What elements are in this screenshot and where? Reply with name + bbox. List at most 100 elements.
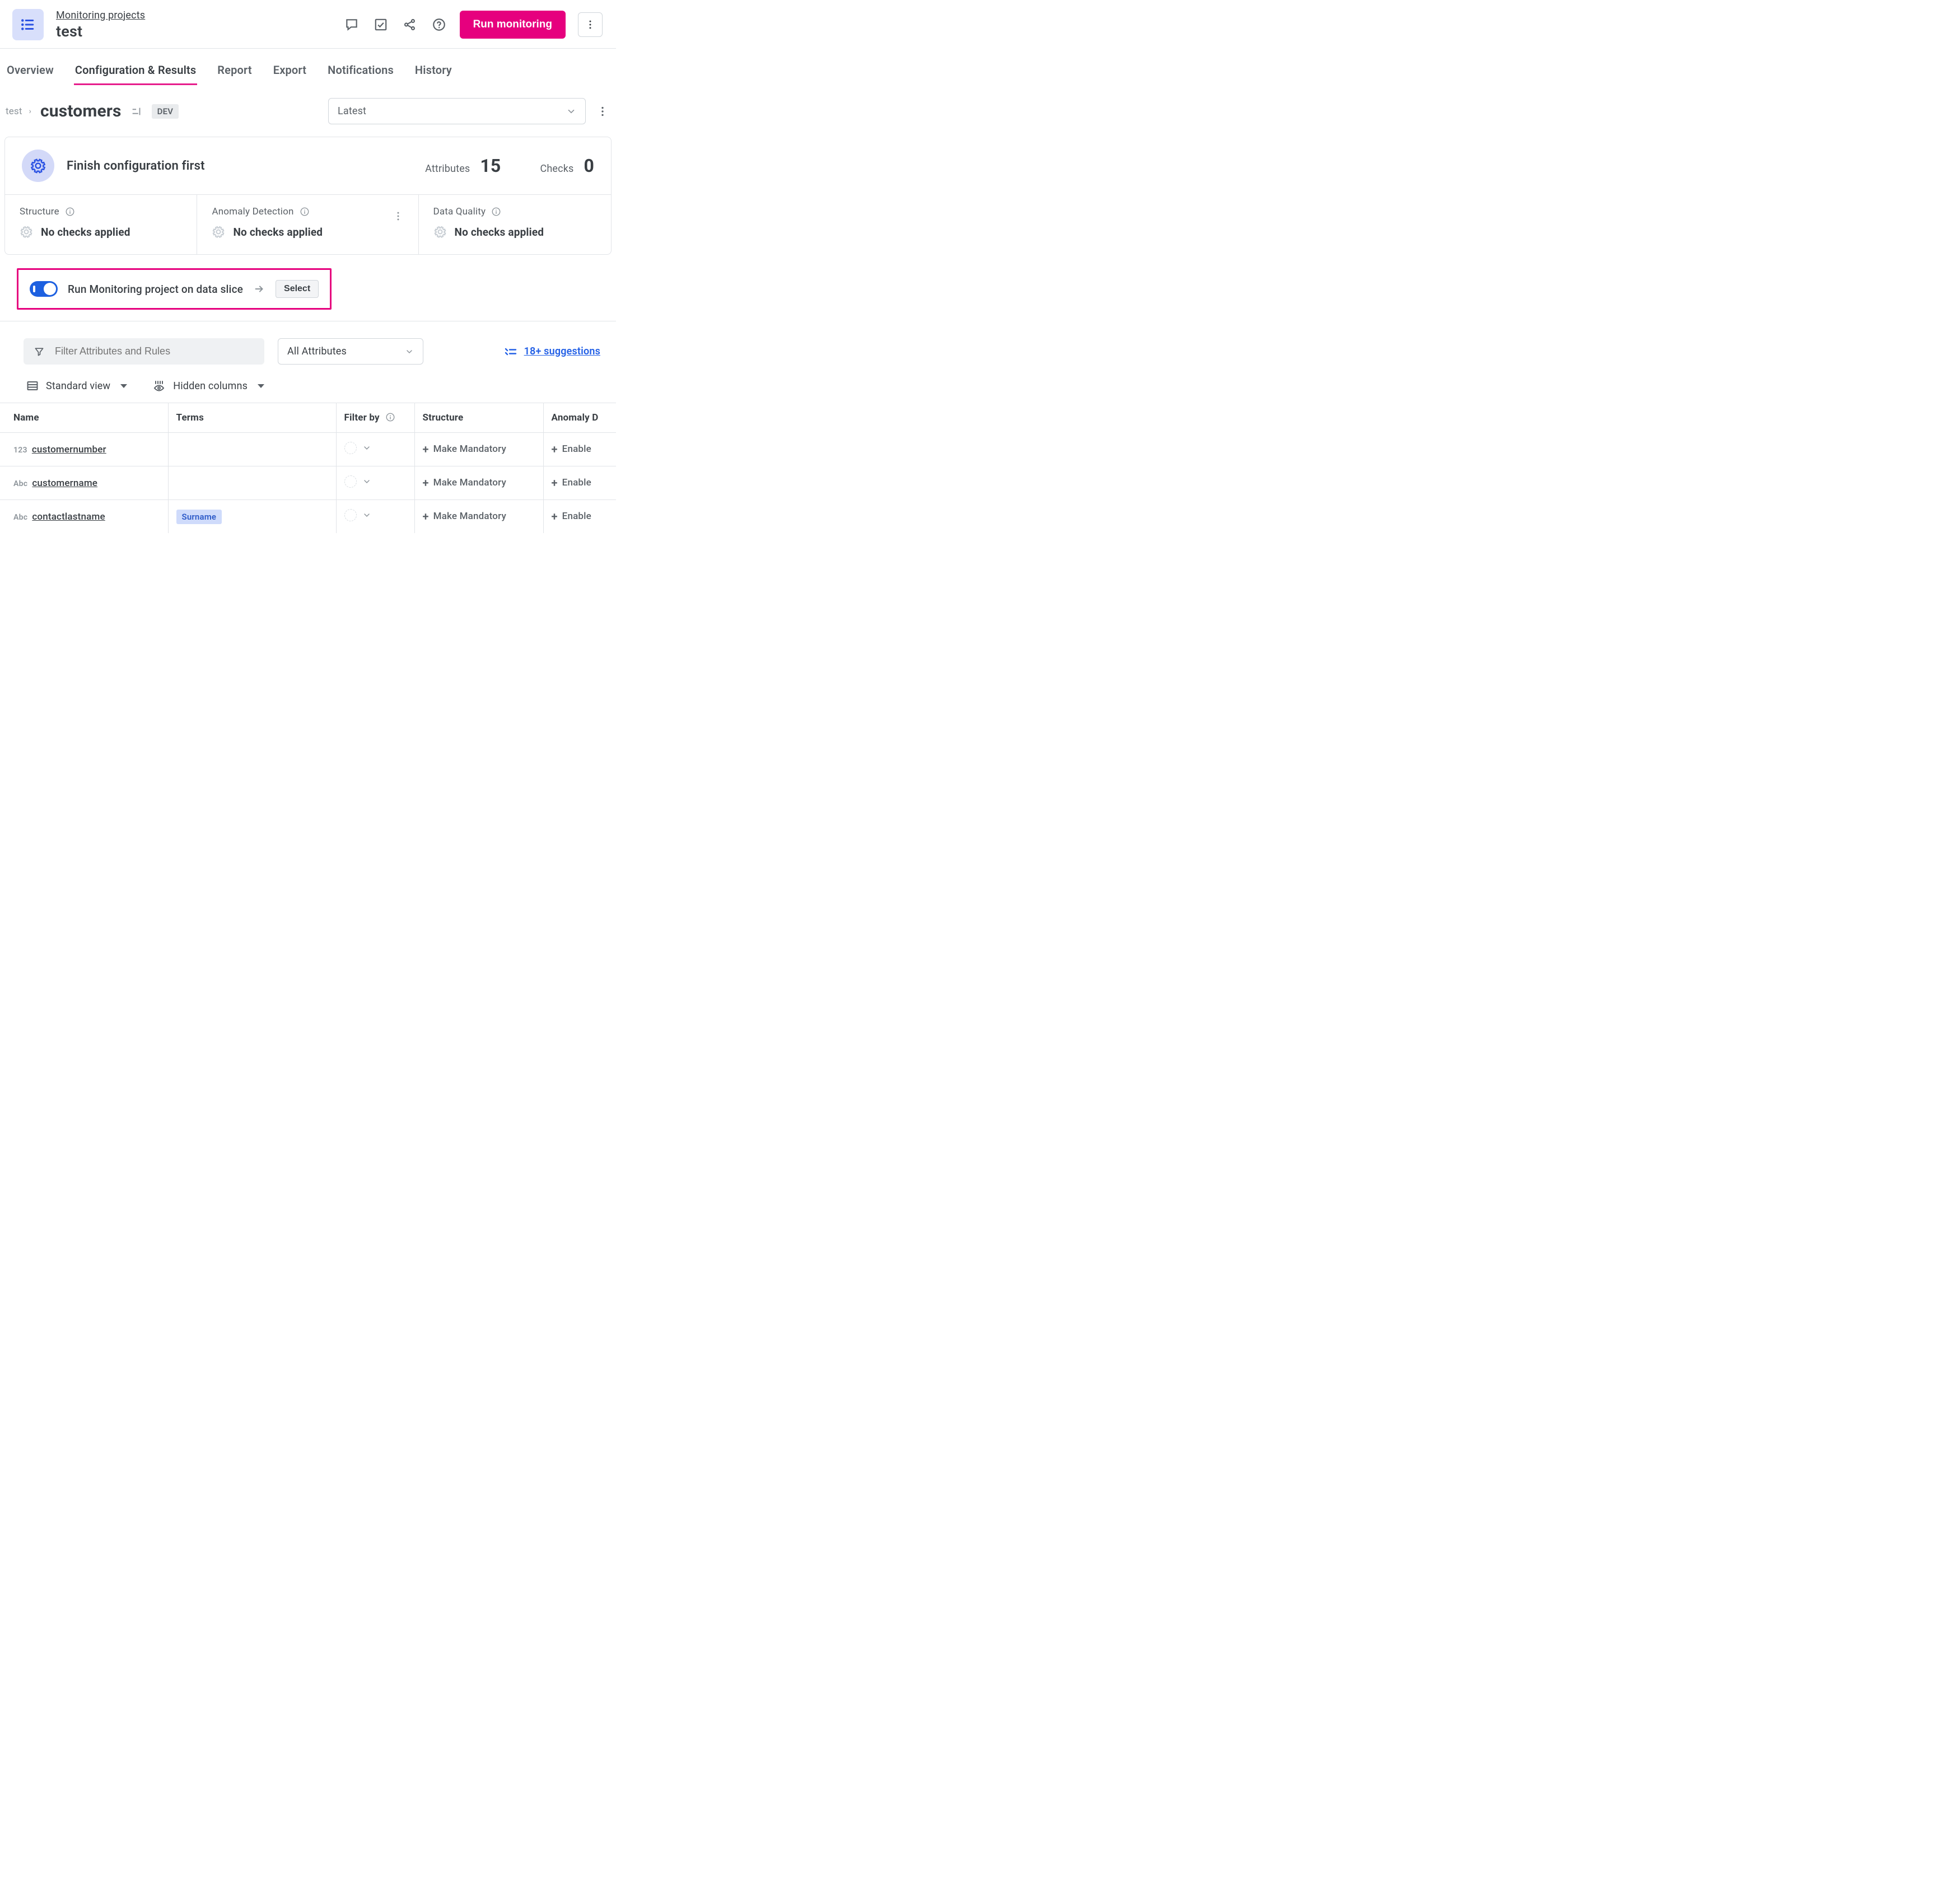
plus-icon: + [423,477,429,488]
data-slice-toggle[interactable] [30,281,58,297]
caret-down-icon [254,379,268,393]
breadcrumb-segment[interactable]: test [6,106,22,117]
term-chip[interactable]: Surname [176,510,222,524]
data-slice-select-button[interactable]: Select [276,280,319,298]
plus-icon: + [552,477,558,488]
config-summary-card: Finish configuration first Attributes 15… [4,137,612,255]
version-select[interactable]: Latest [328,98,586,124]
attributes-count-label: Attributes [425,163,470,175]
filter-input-wrapper[interactable] [24,338,264,365]
version-select-label: Latest [338,105,366,117]
info-icon[interactable] [491,207,501,217]
col-header-name[interactable]: Name [0,403,168,433]
col-header-filter-by[interactable]: Filter by [336,403,414,433]
make-mandatory-button[interactable]: +Make Mandatory [423,511,506,522]
tab-export[interactable]: Export [272,59,307,85]
help-icon [432,17,446,32]
chevron-down-icon [362,443,371,452]
make-mandatory-button[interactable]: +Make Mandatory [423,443,506,455]
empty-circle-icon [344,475,357,488]
attribute-type-tag: Abc [13,513,27,522]
tabs: Overview Configuration & Results Report Exp… [0,49,616,86]
check-cell-more-button[interactable] [393,211,404,225]
project-icon[interactable] [12,9,44,40]
breadcrumb-sep-icon: › [29,107,31,116]
enable-anomaly-label: Enable [562,477,591,488]
tasks-button[interactable] [372,16,389,33]
standard-view-button[interactable]: Standard view [26,379,130,393]
chevron-down-icon [362,477,371,486]
status-message: Finish configuration first [67,159,205,173]
chevron-down-icon [405,347,414,356]
check-cell-data-quality[interactable]: Data QualityNo checks applied [419,194,612,254]
info-icon[interactable] [385,412,395,422]
tab-notifications[interactable]: Notifications [326,59,395,85]
col-header-terms[interactable]: Terms [168,403,336,433]
tab-configuration-results[interactable]: Configuration & Results [74,59,197,85]
filter-by-selector[interactable] [344,509,371,521]
make-mandatory-label: Make Mandatory [433,511,506,522]
dots-vertical-icon [585,19,596,30]
filter-by-selector[interactable] [344,442,371,454]
table-row: Abccustomername+Make Mandatory+Enable [0,466,616,500]
empty-circle-icon [344,442,357,454]
header-more-button[interactable] [578,12,603,37]
item-more-button[interactable] [595,105,610,118]
attribute-type-tag: 123 [13,446,27,455]
comments-button[interactable] [343,16,360,33]
suggestions-link[interactable]: 18+ suggestions [504,345,600,358]
checks-count-value: 0 [584,155,594,176]
check-cell-title: Structure [20,206,59,217]
terms-cell[interactable] [168,433,336,466]
enable-anomaly-button[interactable]: + Enable [552,477,591,488]
check-cell-structure[interactable]: StructureNo checks applied [5,194,197,254]
enable-anomaly-button[interactable]: +Enable [552,511,591,522]
hidden-columns-label: Hidden columns [173,380,248,392]
suggestions-text[interactable]: 18+ suggestions [524,345,600,357]
share-button[interactable] [402,16,418,33]
attribute-name-link[interactable]: customername [32,478,97,489]
run-monitoring-button[interactable]: Run monitoring [460,11,566,39]
filter-input[interactable] [54,345,254,358]
tab-report[interactable]: Report [216,59,253,85]
attribute-name-link[interactable]: contactlastname [32,511,105,522]
terms-cell[interactable] [168,466,336,500]
table-row: Abc contactlastname Surname +Make Mandatory… [0,500,616,534]
attribute-scope-select[interactable]: All Attributes [278,338,423,365]
item-title: customers [40,101,122,121]
breadcrumb-link[interactable]: Monitoring projects [56,10,145,21]
check-cell-anomaly-detection[interactable]: Anomaly DetectionNo checks applied [197,194,418,254]
dots-vertical-icon [393,211,404,222]
attributes-table: Name Terms Filter by Structure Anomaly D… [0,403,616,533]
col-header-structure[interactable]: Structure [414,403,543,433]
enable-anomaly-label: Enable [562,511,591,522]
arrow-right-icon [253,283,265,295]
tab-overview[interactable]: Overview [6,59,55,85]
attribute-scope-label: All Attributes [287,345,347,357]
dots-vertical-icon [596,105,609,118]
make-mandatory-button[interactable]: + Make Mandatory [423,477,506,488]
terms-cell[interactable]: Surname [168,500,336,534]
gear-icon [30,157,46,174]
enable-anomaly-label: Enable [562,443,591,455]
filter-by-selector[interactable] [344,475,371,488]
col-header-anomaly[interactable]: Anomaly D [543,403,616,433]
tab-history[interactable]: History [414,59,453,85]
check-all-icon [504,345,517,358]
enable-anomaly-button[interactable]: +Enable [552,443,591,455]
standard-view-label: Standard view [46,380,110,392]
help-button[interactable] [431,16,447,33]
table-row: 123customernumber+Make Mandatory+Enable [0,433,616,466]
info-icon[interactable] [65,207,75,217]
funnel-icon [34,345,45,358]
rename-icon[interactable] [130,105,143,118]
make-mandatory-label: Make Mandatory [433,477,506,488]
plus-icon: + [423,443,429,455]
info-icon[interactable] [300,207,310,217]
attribute-name-link[interactable]: customernumber [32,444,106,455]
caret-down-icon [117,379,130,393]
check-cell-title: Anomaly Detection [212,206,293,217]
hidden-columns-button[interactable]: Hidden columns [153,379,268,393]
status-icon-badge [22,150,54,182]
col-header-filter-by-label: Filter by [344,412,380,423]
